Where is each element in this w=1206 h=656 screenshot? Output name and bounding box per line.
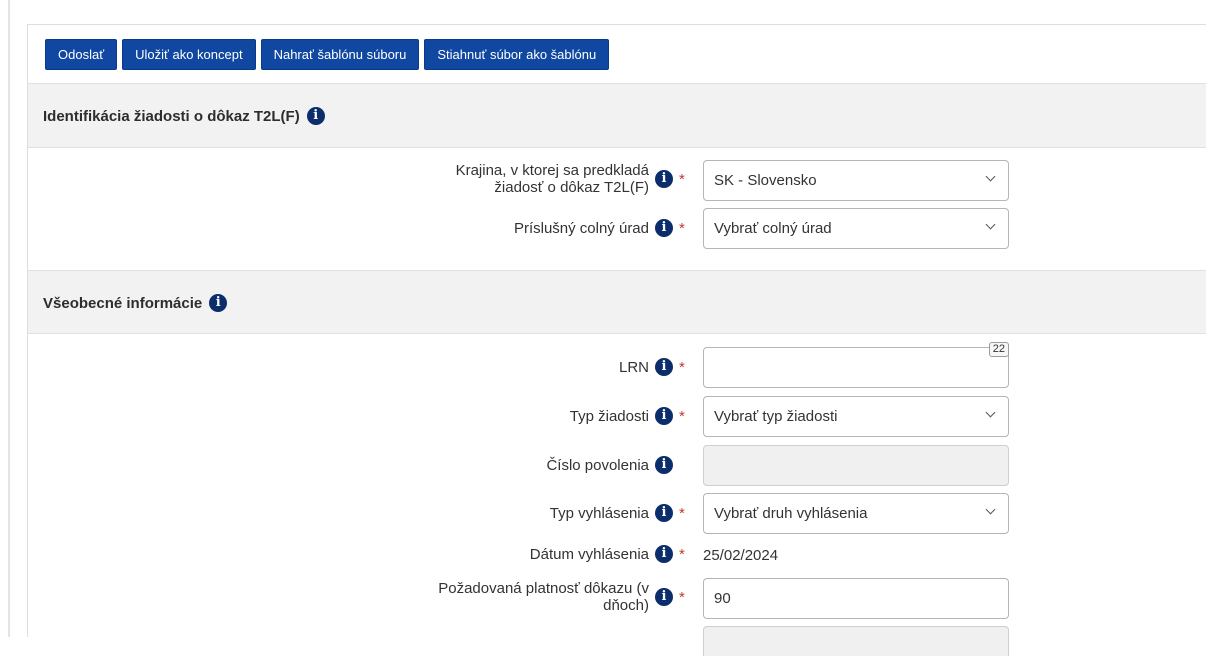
save-draft-button[interactable]: Uložiť ako koncept — [122, 39, 256, 70]
customs-office-select[interactable]: Vybrať colný úrad — [703, 208, 1009, 249]
row-customs-office: Príslušný colný úrad i * Vybrať colný úr… — [28, 208, 1206, 250]
section-header-general: Všeobecné informácie i — [28, 270, 1206, 334]
country-select[interactable]: SK - Slovensko — [703, 160, 1009, 201]
section-header-identification: Identifikácia žiadosti o dôkaz T2L(F) i — [28, 83, 1206, 148]
label-lrn: LRN i * — [619, 358, 687, 376]
info-icon[interactable]: i — [655, 407, 673, 425]
request-type-select[interactable]: Vybrať typ žiadosti — [703, 396, 1009, 437]
section-title-identification: Identifikácia žiadosti o dôkaz T2L(F) i — [43, 107, 325, 125]
label-country-line1: Krajina, v ktorej sa predkladá — [455, 162, 649, 179]
upload-template-button[interactable]: Nahrať šablónu súboru — [260, 39, 420, 70]
row-country: Krajina, v ktorej sa predkladá žiadosť o… — [28, 160, 1206, 204]
section-title-text: Identifikácia žiadosti o dôkaz T2L(F) — [43, 107, 300, 125]
label-country-line2: žiadosť o dôkaz T2L(F) — [494, 179, 649, 196]
row-declaration-date: Dátum vyhlásenia i * 25/02/2024 — [28, 545, 1206, 567]
char-counter-badge: 22 — [988, 342, 1009, 357]
page-left-border — [8, 0, 10, 637]
required-mark: * — [679, 358, 685, 376]
validity-days-input[interactable]: 90 — [703, 578, 1009, 619]
row-validity: Požadovaná platnosť dôkazu (v dňoch) i *… — [28, 578, 1206, 620]
declaration-type-select-value: Vybrať druh vyhlásenia — [714, 505, 868, 522]
label-permit-number-text: Číslo povolenia — [546, 456, 649, 474]
info-icon[interactable]: i — [655, 504, 673, 522]
label-request-type-text: Typ žiadosti — [569, 407, 649, 425]
row-permit-number: Číslo povolenia i — [28, 445, 1206, 487]
chevron-down-icon — [985, 407, 996, 418]
required-mark: * — [679, 545, 685, 563]
form-panel: Odoslať Uložiť ako koncept Nahrať šablón… — [27, 24, 1206, 656]
declaration-date-value: 25/02/2024 — [703, 547, 779, 564]
section-title-general: Všeobecné informácie i — [43, 294, 228, 312]
row-request-type: Typ žiadosti i * Vybrať typ žiadosti — [28, 396, 1206, 438]
required-mark: * — [679, 170, 685, 188]
info-icon[interactable]: i — [655, 219, 673, 237]
action-toolbar: Odoslať Uložiť ako koncept Nahrať šablón… — [45, 39, 610, 70]
country-select-value: SK - Slovensko — [714, 172, 817, 189]
label-country-text: Krajina, v ktorej sa predkladá žiadosť o… — [456, 162, 649, 196]
info-icon[interactable]: i — [655, 588, 673, 606]
info-icon[interactable]: i — [655, 170, 673, 188]
request-type-select-value: Vybrať typ žiadosti — [714, 408, 838, 425]
label-declaration-date-text: Dátum vyhlásenia — [529, 545, 649, 563]
permit-number-input — [703, 445, 1009, 486]
label-country: Krajina, v ktorej sa predkladá žiadosť o… — [456, 162, 687, 196]
chevron-down-icon — [985, 219, 996, 230]
info-icon[interactable]: i — [306, 107, 325, 125]
label-request-type: Typ žiadosti i * — [570, 407, 687, 425]
section-title-text: Všeobecné informácie — [43, 294, 203, 312]
label-customs-office: Príslušný colný úrad i * — [514, 219, 687, 237]
required-mark: * — [679, 407, 685, 425]
send-button[interactable]: Odoslať — [45, 39, 118, 70]
info-icon[interactable]: i — [655, 358, 673, 376]
required-mark: * — [679, 504, 685, 522]
download-template-button[interactable]: Stiahnuť súbor ako šablónu — [424, 39, 610, 70]
label-validity: Požadovaná platnosť dôkazu (v dňoch) i * — [438, 580, 687, 614]
chevron-down-icon — [985, 171, 996, 182]
info-icon[interactable]: i — [655, 456, 673, 474]
label-validity-line2: dňoch) — [603, 597, 649, 614]
label-validity-line1: Požadovaná platnosť dôkazu (v — [438, 580, 649, 597]
lrn-input[interactable]: 22 — [703, 342, 1009, 388]
row-declaration-type: Typ vyhlásenia i * Vybrať druh vyhláseni… — [28, 493, 1206, 535]
declaration-type-select[interactable]: Vybrať druh vyhlásenia — [703, 493, 1009, 534]
next-field-partial — [703, 626, 1009, 656]
label-customs-office-text: Príslušný colný úrad — [513, 219, 649, 237]
validity-days-value: 90 — [714, 590, 731, 607]
label-lrn-text: LRN — [618, 358, 649, 376]
label-permit-number: Číslo povolenia i — [546, 456, 687, 474]
label-declaration-type-text: Typ vyhlásenia — [549, 504, 649, 522]
required-mark: * — [679, 219, 685, 237]
label-declaration-type: Typ vyhlásenia i * — [550, 504, 687, 522]
row-lrn: LRN i * 22 — [28, 342, 1206, 389]
label-validity-text: Požadovaná platnosť dôkazu (v dňoch) — [438, 580, 649, 614]
chevron-down-icon — [985, 504, 996, 515]
info-icon[interactable]: i — [209, 294, 228, 312]
customs-office-select-value: Vybrať colný úrad — [714, 220, 832, 237]
info-icon[interactable]: i — [655, 545, 673, 563]
label-declaration-date: Dátum vyhlásenia i * — [530, 545, 687, 563]
required-mark: * — [679, 588, 685, 606]
